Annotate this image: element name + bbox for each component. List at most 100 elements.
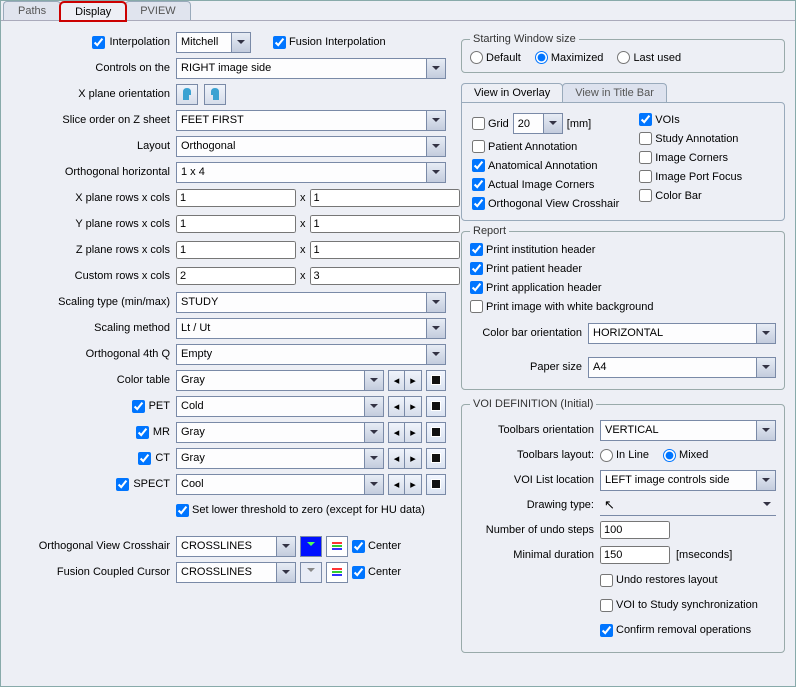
tab-label: Paths [18, 5, 46, 17]
spect-next-button[interactable]: ▸ [405, 474, 422, 495]
custom-rows-input[interactable] [176, 267, 296, 285]
x-plane-cols-input[interactable] [310, 189, 460, 207]
voi-sync-checkbox[interactable]: VOI to Study synchronization [600, 599, 758, 612]
color-table-prev-button[interactable]: ◂ [388, 370, 405, 391]
spect-prev-button[interactable]: ◂ [388, 474, 405, 495]
pet-prev-button[interactable]: ◂ [388, 396, 405, 417]
custom-cols-input[interactable] [310, 267, 460, 285]
ortho-h-value: 1 x 4 [181, 166, 205, 178]
spect-checkbox[interactable] [116, 478, 129, 491]
tb-inline-radio[interactable]: In Line [600, 449, 649, 462]
slice-order-select[interactable]: FEET FIRST [176, 110, 446, 131]
print-app-checkbox[interactable]: Print application header [470, 281, 776, 294]
study-ann-checkbox[interactable]: Study Annotation [639, 132, 742, 145]
ortho-crosshair-lut-button[interactable] [326, 536, 348, 557]
ct-select[interactable]: Gray [176, 448, 384, 469]
ortho-crosshair-center-checkbox[interactable]: Center [352, 540, 401, 553]
anatomical-ann-checkbox[interactable]: Anatomical Annotation [472, 159, 619, 172]
radio-label: Mixed [679, 449, 708, 461]
tb-orient-label: Toolbars orientation [470, 424, 600, 436]
lut-icon [332, 568, 342, 576]
y-plane-cols-input[interactable] [310, 215, 460, 233]
undo-restore-checkbox[interactable]: Undo restores layout [600, 574, 718, 587]
fusion-cursor-color-button[interactable] [300, 562, 322, 583]
ortho-crosshair-view-checkbox[interactable]: Orthogonal View Crosshair [472, 197, 619, 210]
pet-next-button[interactable]: ▸ [405, 396, 422, 417]
paper-size-select[interactable]: A4 [588, 357, 776, 378]
set-lower-threshold-checkbox[interactable]: Set lower threshold to zero (except for … [176, 504, 425, 517]
mr-swatch-button[interactable] [426, 422, 446, 443]
z-plane-rows-input[interactable] [176, 241, 296, 259]
mr-next-button[interactable]: ▸ [405, 422, 422, 443]
ct-next-button[interactable]: ▸ [405, 448, 422, 469]
print-inst-checkbox[interactable]: Print institution header [470, 243, 776, 256]
spect-swatch-button[interactable] [426, 474, 446, 495]
ct-prev-button[interactable]: ◂ [388, 448, 405, 469]
scaling-method-select[interactable]: Lt / Ut [176, 318, 446, 339]
drawing-type-select[interactable]: ↖ [600, 495, 776, 516]
x-plane-orientation-head-right-icon[interactable] [204, 84, 226, 105]
color-table-swatch-button[interactable] [426, 370, 446, 391]
tab-pview[interactable]: PVIEW [125, 1, 190, 20]
x-sep: x [300, 244, 306, 256]
tab-paths[interactable]: Paths [3, 1, 61, 20]
x-plane-rows-input[interactable] [176, 189, 296, 207]
tab-display[interactable]: Display [60, 2, 126, 21]
color-table-next-button[interactable]: ▸ [405, 370, 422, 391]
win-default-radio[interactable]: Default [470, 51, 521, 64]
mr-prev-button[interactable]: ◂ [388, 422, 405, 443]
ortho-h-select[interactable]: 1 x 4 [176, 162, 446, 183]
pet-select[interactable]: Cold [176, 396, 384, 417]
fusion-cursor-select[interactable]: CROSSLINES [176, 562, 296, 583]
ortho-crosshair-color-button[interactable] [300, 536, 322, 557]
spect-select[interactable]: Cool [176, 474, 384, 495]
y-plane-rows-input[interactable] [176, 215, 296, 233]
color-table-select[interactable]: Gray [176, 370, 384, 391]
spect-label: SPECT [133, 478, 170, 490]
patient-ann-checkbox[interactable]: Patient Annotation [472, 140, 619, 153]
fusion-cursor-lut-button[interactable] [326, 562, 348, 583]
tab-view-titlebar[interactable]: View in Title Bar [562, 83, 667, 102]
tb-mixed-radio[interactable]: Mixed [663, 449, 708, 462]
voi-list-label: VOI List location [470, 474, 600, 486]
pet-swatch-button[interactable] [426, 396, 446, 417]
ct-checkbox[interactable] [138, 452, 151, 465]
port-focus-checkbox[interactable]: Image Port Focus [639, 170, 742, 183]
fusion-interpolation-checkbox[interactable]: Fusion Interpolation [273, 36, 386, 49]
actual-corners-checkbox[interactable]: Actual Image Corners [472, 178, 619, 191]
interpolation-method-select[interactable]: Mitchell [176, 32, 251, 53]
x-plane-orientation-head-left-icon[interactable] [176, 84, 198, 105]
check-label: Patient Annotation [488, 141, 577, 153]
ortho-crosshair-select[interactable]: CROSSLINES [176, 536, 296, 557]
min-dur-input[interactable] [600, 546, 670, 564]
voi-list-select[interactable]: LEFT image controls side [600, 470, 776, 491]
win-last-used-radio[interactable]: Last used [617, 51, 681, 64]
ct-swatch-button[interactable] [426, 448, 446, 469]
grid-checkbox[interactable]: Grid [472, 117, 509, 130]
mr-select[interactable]: Gray [176, 422, 384, 443]
layout-select[interactable]: Orthogonal [176, 136, 446, 157]
voi-list-value: LEFT image controls side [605, 474, 730, 486]
tb-orient-select[interactable]: VERTICAL [600, 420, 776, 441]
color-bar-checkbox[interactable]: Color Bar [639, 189, 742, 202]
grid-value-select[interactable]: 20 [513, 113, 563, 134]
scaling-type-select[interactable]: STUDY [176, 292, 446, 313]
win-maximized-radio[interactable]: Maximized [535, 51, 604, 64]
print-pat-checkbox[interactable]: Print patient header [470, 262, 776, 275]
interpolation-checkbox[interactable] [92, 36, 105, 49]
pet-checkbox[interactable] [132, 400, 145, 413]
mm-label: [mm] [567, 118, 591, 130]
undo-steps-input[interactable] [600, 521, 670, 539]
image-corners-checkbox[interactable]: Image Corners [639, 151, 742, 164]
fusion-cursor-center-checkbox[interactable]: Center [352, 566, 401, 579]
vois-checkbox[interactable]: VOIs [639, 113, 742, 126]
z-plane-cols-input[interactable] [310, 241, 460, 259]
ortho-4th-select[interactable]: Empty [176, 344, 446, 365]
cb-orient-select[interactable]: HORIZONTAL [588, 323, 776, 344]
controls-on-the-select[interactable]: RIGHT image side [176, 58, 446, 79]
confirm-remove-checkbox[interactable]: Confirm removal operations [600, 624, 751, 637]
check-label: Print institution header [486, 244, 595, 256]
print-bg-checkbox[interactable]: Print image with white background [470, 300, 776, 313]
mr-checkbox[interactable] [136, 426, 149, 439]
tab-view-overlay[interactable]: View in Overlay [461, 83, 563, 102]
